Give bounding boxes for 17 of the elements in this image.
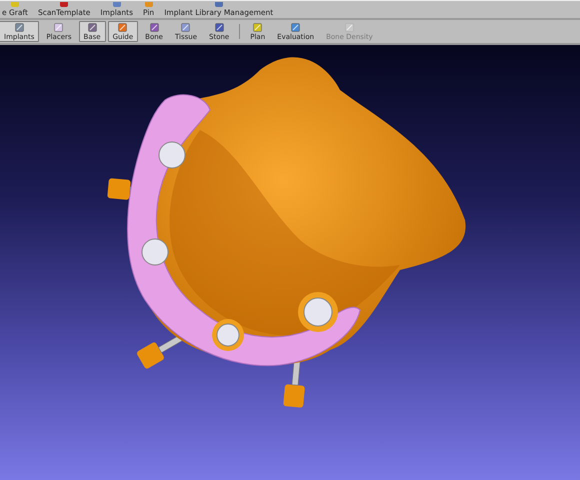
tool-icon <box>291 22 300 32</box>
tool-icon <box>14 22 24 32</box>
tool-icon <box>88 22 97 32</box>
tab-icon <box>10 2 19 7</box>
tool-icon <box>54 22 64 32</box>
tab-icon <box>214 2 223 7</box>
tool-icon <box>214 22 224 32</box>
tool-icon <box>253 22 262 32</box>
dental-guide-model-drawing[interactable] <box>107 57 466 408</box>
tab-icon <box>60 2 68 7</box>
tab-icon <box>144 2 153 7</box>
tool-icon <box>181 22 190 32</box>
3d-viewport[interactable] <box>0 45 580 480</box>
tool-icon <box>118 22 128 32</box>
tool-icon <box>150 22 159 32</box>
tool-icon <box>344 22 354 32</box>
tab-icon <box>112 2 121 7</box>
